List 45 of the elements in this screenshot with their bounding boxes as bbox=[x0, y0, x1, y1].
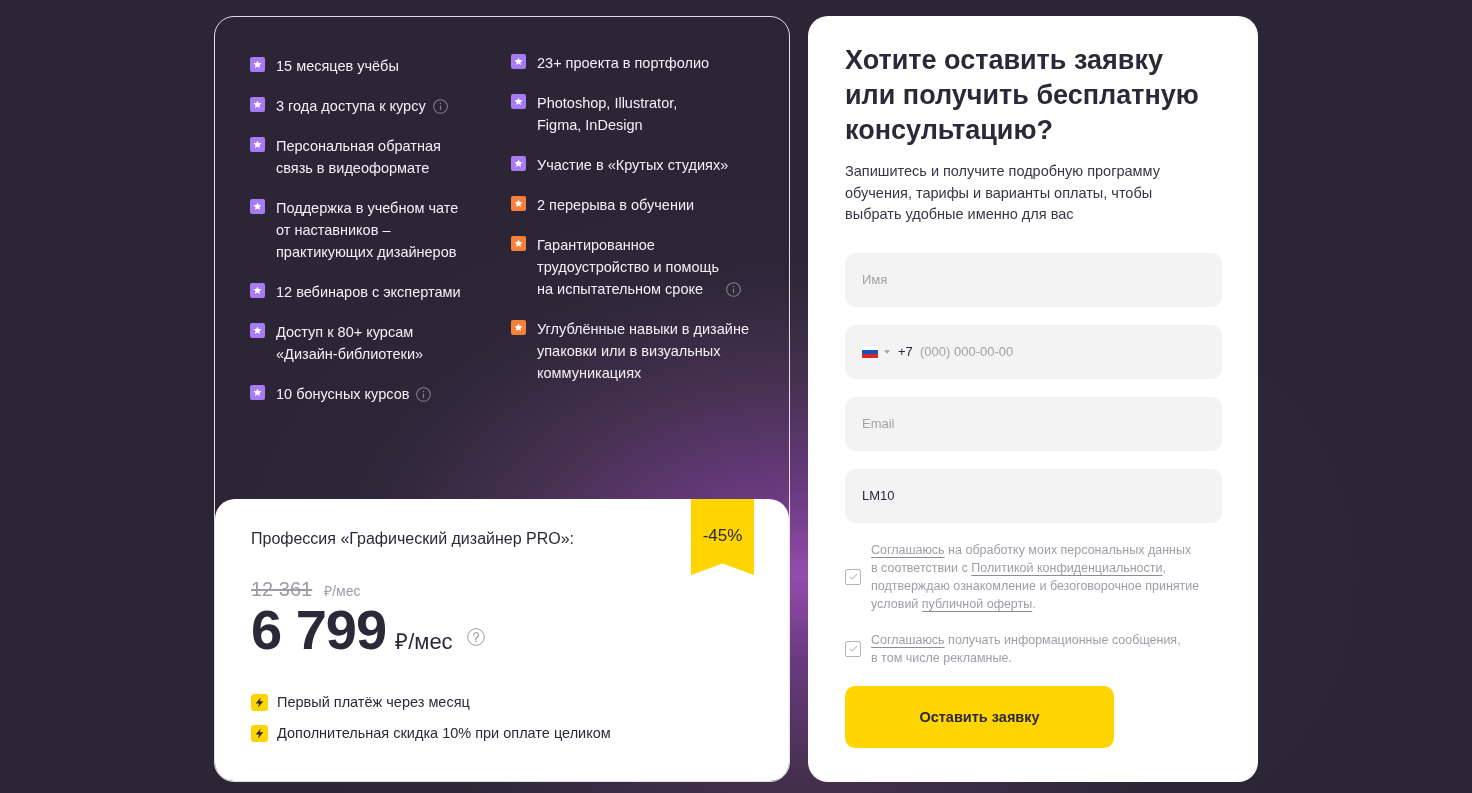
check-icon bbox=[848, 645, 858, 652]
info-icon[interactable] bbox=[432, 99, 448, 114]
consent-text: Соглашаюсь на обработку моих персональных данных в соответствии с Политикой конфиденциальности, подтверждаю ознакомление и безоговорочное принятие условий публичной оферты. bbox=[871, 541, 1200, 613]
form-subtitle: Запишитесь и получите подробную программу обучения, тарифы и варианты оплаты, чтобы выбрать удобные именно для вас bbox=[845, 162, 1161, 224]
feature-text: 10 бонусных курсов bbox=[276, 385, 410, 404]
feature-text: 15 месяцев учёбы bbox=[276, 57, 399, 76]
price-unit: ₽/мес bbox=[395, 628, 453, 655]
feature-text: Поддержка в учебном чате от наставников – практикующих дизайнеров bbox=[276, 199, 459, 262]
perk-text: Дополнительная скидка 10% при оплате целиком bbox=[277, 724, 611, 743]
consent-text: Соглашаюсь получать информационные сообщения, в том числе рекламные. bbox=[871, 631, 1181, 667]
feature-text: Photoshop, Illustrator, Figma, InDesign bbox=[537, 94, 678, 135]
old-price-unit: ₽/мес bbox=[324, 582, 361, 600]
feature-text: Углублённые навыки в дизайне упаковки или в визуальных коммуникациях bbox=[537, 320, 749, 383]
feature-text: 2 перерыва в обучении bbox=[537, 196, 695, 215]
feature-text: Доступ к 80+ курсам «Дизайн-библиотеки» bbox=[276, 323, 424, 364]
submit-button[interactable]: Оставить заявку bbox=[845, 685, 1114, 748]
checkbox[interactable] bbox=[845, 640, 861, 657]
old-price: 12 361 bbox=[251, 577, 313, 601]
info-icon[interactable] bbox=[416, 387, 432, 402]
help-icon[interactable] bbox=[466, 628, 485, 646]
feature-text: Гарантированное трудоустройство и помощь на испытательном сроке bbox=[537, 236, 719, 299]
feature-text: 23+ проекта в портфолио bbox=[537, 54, 710, 73]
input-field[interactable]: LM10 bbox=[845, 468, 1222, 523]
feature-text: 3 года доступа к курсу bbox=[276, 97, 426, 116]
input-field[interactable]: Имя bbox=[845, 252, 1222, 307]
check-icon bbox=[848, 573, 858, 580]
input-field[interactable]: Email bbox=[845, 396, 1222, 451]
checkbox[interactable] bbox=[845, 568, 861, 585]
consent-link[interactable]: Соглашаюсь bbox=[871, 632, 945, 647]
feature-text: 12 вебинаров с экспертами bbox=[276, 283, 461, 302]
consent-link[interactable]: Соглашаюсь bbox=[871, 542, 945, 557]
info-icon[interactable] bbox=[725, 282, 741, 297]
price: 6 799 bbox=[251, 599, 387, 661]
lightning-icon bbox=[251, 693, 268, 711]
feature-text: Персональная обратная связь в видеоформате bbox=[276, 137, 441, 178]
course-title: Профессия «Графический дизайнер PRO»: bbox=[251, 529, 575, 549]
lightning-icon bbox=[251, 724, 268, 742]
feature-text: Участие в «Крутых студиях» bbox=[537, 156, 729, 175]
consent-link[interactable]: Политикой конфиденциальности bbox=[971, 560, 1163, 575]
form-heading: Хотите оставить заявку или получить бесплатную консультацию? bbox=[845, 44, 1200, 147]
caret-icon[interactable] bbox=[884, 349, 890, 354]
flag-icon[interactable] bbox=[862, 345, 878, 358]
discount-ribbon: -45% bbox=[691, 499, 754, 575]
phone-code: +7 bbox=[898, 344, 913, 359]
perk-text: Первый платёж через месяц bbox=[277, 693, 470, 712]
